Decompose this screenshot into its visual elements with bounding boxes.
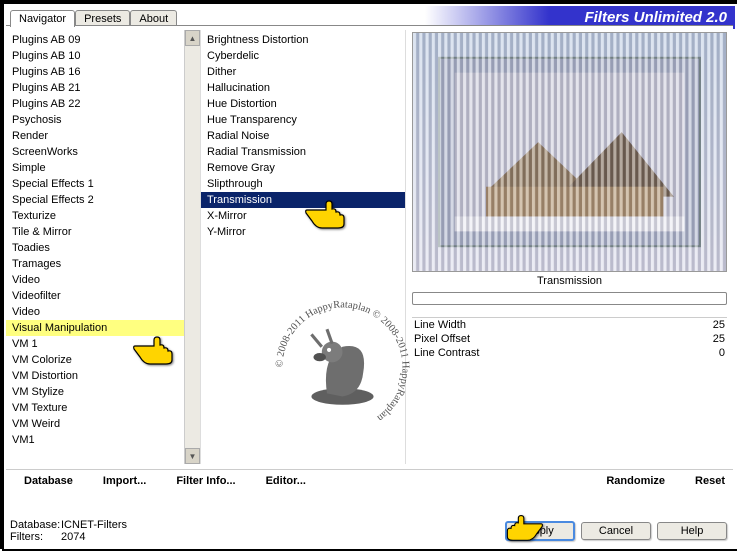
list-item[interactable]: Y-Mirror: [201, 224, 405, 240]
list-item[interactable]: Slipthrough: [201, 176, 405, 192]
param-label: Pixel Offset: [414, 333, 685, 345]
status-filters-value: 2074: [61, 531, 85, 543]
tab-navigator[interactable]: Navigator: [10, 10, 75, 27]
list-item[interactable]: VM1: [6, 432, 200, 448]
filter-list[interactable]: Brightness DistortionCyberdelicDitherHal…: [201, 30, 406, 464]
list-item[interactable]: Transmission: [201, 192, 405, 208]
list-item[interactable]: Hallucination: [201, 80, 405, 96]
list-item[interactable]: VM Stylize: [6, 384, 200, 400]
param-label: Line Width: [414, 319, 685, 331]
cancel-button[interactable]: Cancel: [581, 522, 651, 540]
param-value: 25: [685, 333, 725, 345]
list-item[interactable]: VM 1: [6, 336, 200, 352]
progress-bar: [412, 292, 727, 305]
param-value: 25: [685, 319, 725, 331]
filter-info-button[interactable]: Filter Info...: [176, 475, 235, 487]
param-value: 0: [685, 347, 725, 359]
list-item[interactable]: Remove Gray: [201, 160, 405, 176]
param-row[interactable]: Line Width25: [412, 318, 727, 332]
list-item[interactable]: Render: [6, 128, 200, 144]
status-bar: Database: ICNET-Filters Filters: 2074 Ap…: [10, 519, 727, 543]
randomize-button[interactable]: Randomize: [606, 475, 665, 487]
list-item[interactable]: Hue Transparency: [201, 112, 405, 128]
list-item[interactable]: VM Colorize: [6, 352, 200, 368]
param-label: Line Contrast: [414, 347, 685, 359]
preview-label: Transmission: [412, 272, 727, 292]
list-item[interactable]: Video: [6, 304, 200, 320]
list-item[interactable]: Special Effects 2: [6, 192, 200, 208]
apply-button[interactable]: Apply: [505, 521, 575, 541]
editor-button[interactable]: Editor...: [266, 475, 306, 487]
list-item[interactable]: Toadies: [6, 240, 200, 256]
list-item[interactable]: Psychosis: [6, 112, 200, 128]
list-item[interactable]: Brightness Distortion: [201, 32, 405, 48]
list-item[interactable]: Plugins AB 10: [6, 48, 200, 64]
database-button[interactable]: Database: [24, 475, 73, 487]
parameter-list: Line Width25Pixel Offset25Line Contrast0: [412, 317, 727, 360]
list-item[interactable]: Tramages: [6, 256, 200, 272]
list-item[interactable]: Texturize: [6, 208, 200, 224]
list-item[interactable]: Cyberdelic: [201, 48, 405, 64]
category-list[interactable]: Plugins AB 09Plugins AB 10Plugins AB 16P…: [6, 30, 201, 464]
status-filters-label: Filters:: [10, 531, 55, 543]
list-item[interactable]: Plugins AB 21: [6, 80, 200, 96]
help-button[interactable]: Help: [657, 522, 727, 540]
preview-image: [412, 32, 727, 272]
app-title: Filters Unlimited 2.0: [584, 9, 727, 26]
list-item[interactable]: Visual Manipulation: [6, 320, 200, 336]
list-item[interactable]: Videofilter: [6, 288, 200, 304]
list-item[interactable]: Plugins AB 16: [6, 64, 200, 80]
param-row[interactable]: Pixel Offset25: [412, 332, 727, 346]
command-row: Database Import... Filter Info... Editor…: [6, 469, 733, 492]
right-pane: Transmission Line Width25Pixel Offset25L…: [406, 30, 733, 464]
list-item[interactable]: Plugins AB 22: [6, 96, 200, 112]
scroll-up-icon[interactable]: ▲: [185, 30, 200, 46]
import-button[interactable]: Import...: [103, 475, 146, 487]
param-row[interactable]: Line Contrast0: [412, 346, 727, 360]
reset-button[interactable]: Reset: [695, 475, 725, 487]
list-item[interactable]: Tile & Mirror: [6, 224, 200, 240]
status-db-value: ICNET-Filters: [61, 519, 127, 531]
list-item[interactable]: Video: [6, 272, 200, 288]
scrollbar[interactable]: ▲ ▼: [184, 30, 200, 464]
status-db-label: Database:: [10, 519, 55, 531]
list-item[interactable]: VM Weird: [6, 416, 200, 432]
list-item[interactable]: Special Effects 1: [6, 176, 200, 192]
list-item[interactable]: Hue Distortion: [201, 96, 405, 112]
list-item[interactable]: Radial Transmission: [201, 144, 405, 160]
list-item[interactable]: Simple: [6, 160, 200, 176]
list-item[interactable]: Plugins AB 09: [6, 32, 200, 48]
scroll-down-icon[interactable]: ▼: [185, 448, 200, 464]
list-item[interactable]: ScreenWorks: [6, 144, 200, 160]
list-item[interactable]: X-Mirror: [201, 208, 405, 224]
list-item[interactable]: VM Distortion: [6, 368, 200, 384]
list-item[interactable]: VM Texture: [6, 400, 200, 416]
list-item[interactable]: Dither: [201, 64, 405, 80]
list-item[interactable]: Radial Noise: [201, 128, 405, 144]
